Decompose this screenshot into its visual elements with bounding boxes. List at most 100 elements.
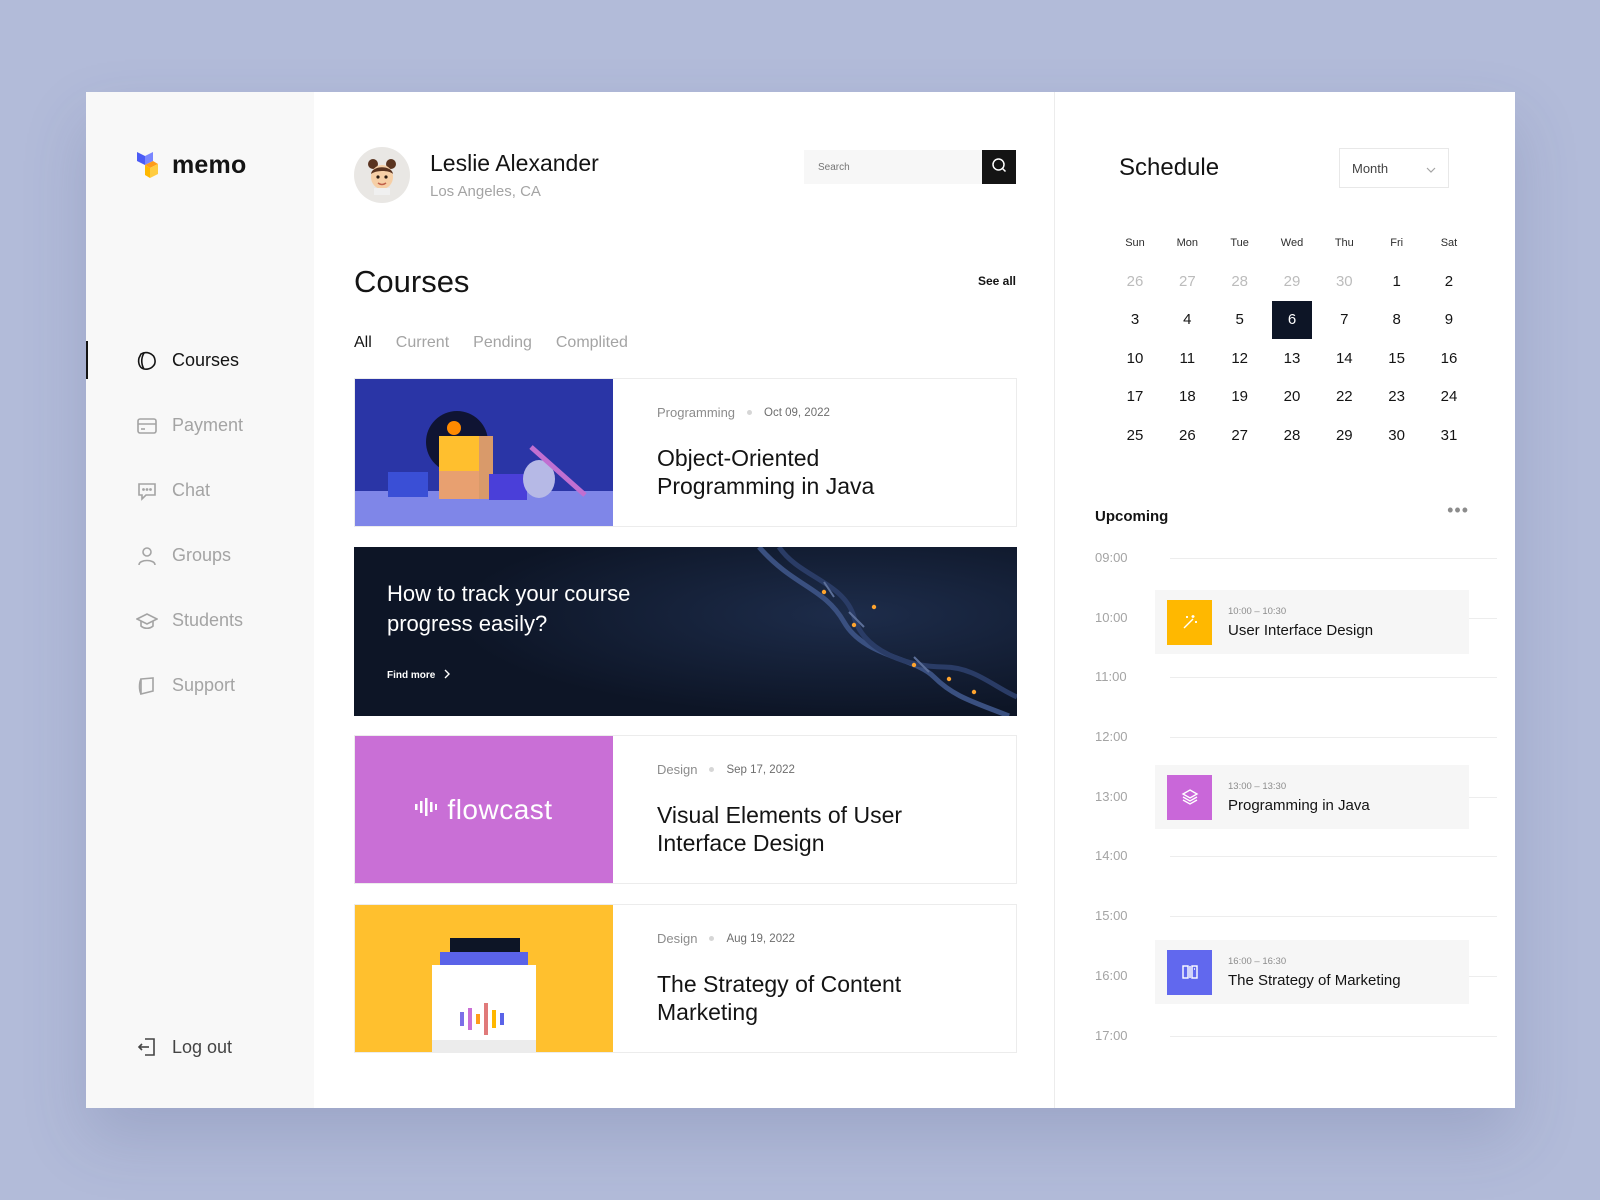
find-more-label: Find more — [387, 670, 436, 681]
calendar-week: 17 18 19 20 22 23 24 — [1115, 378, 1469, 417]
calendar-day[interactable]: 8 — [1377, 301, 1417, 339]
sidebar-item-groups[interactable]: Groups — [86, 523, 314, 588]
calendar-day-selected[interactable]: 6 — [1271, 301, 1312, 340]
course-card[interactable]: flowcast Design Sep 17, 2022 Visual Elem… — [354, 735, 1017, 884]
calendar-day[interactable]: 11 — [1167, 340, 1207, 378]
courses-icon — [136, 350, 158, 372]
sidebar-item-label: Chat — [172, 480, 211, 500]
separator-dot — [709, 936, 715, 941]
profile-name: Leslie Alexander — [430, 150, 599, 176]
search-input[interactable] — [804, 150, 982, 184]
logout-button[interactable]: Log out — [136, 1036, 232, 1058]
calendar-day[interactable]: 9 — [1429, 301, 1469, 339]
calendar-day[interactable]: 23 — [1377, 378, 1417, 416]
event-time: 13:00 – 13:30 — [1228, 780, 1287, 792]
calendar-day[interactable]: 22 — [1324, 378, 1364, 416]
course-card[interactable]: Programming Oct 09, 2022 Object-Oriented… — [354, 378, 1017, 527]
calendar-day[interactable]: 20 — [1272, 378, 1312, 416]
course-meta: Design Aug 19, 2022 — [657, 931, 947, 946]
calendar-day[interactable]: 10 — [1115, 340, 1155, 378]
calendar-day[interactable]: 7 — [1324, 301, 1364, 339]
calendar-day[interactable]: 3 — [1115, 301, 1155, 339]
sidebar-item-courses[interactable]: Courses — [86, 328, 314, 393]
sidebar-item-label: Students — [172, 610, 244, 630]
event-title: Programming in Java — [1228, 796, 1370, 814]
tab-pending[interactable]: Pending — [473, 334, 532, 352]
sidebar-item-chat[interactable]: Chat — [86, 458, 314, 523]
calendar-day[interactable]: 26 — [1167, 417, 1207, 455]
course-title: Object-Oriented Programming in Java — [657, 445, 875, 499]
tab-all[interactable]: All — [354, 334, 372, 352]
event-time: 16:00 – 16:30 — [1228, 955, 1287, 967]
chat-icon — [136, 480, 158, 502]
time-slot: 14:00 — [1095, 848, 1497, 908]
course-title: The Strategy of Content Marketing — [657, 971, 902, 1025]
calendar-day[interactable]: 27 — [1220, 417, 1260, 455]
sidebar-item-label: Courses — [172, 350, 240, 370]
separator-dot — [747, 410, 753, 415]
calendar-day[interactable]: 29 — [1324, 417, 1364, 455]
calendar-day[interactable]: 31 — [1429, 417, 1469, 455]
calendar-day[interactable]: 26 — [1115, 263, 1155, 301]
tab-current[interactable]: Current — [396, 334, 449, 352]
calendar-day[interactable]: 18 — [1167, 378, 1207, 416]
calendar-day[interactable]: 15 — [1377, 340, 1417, 378]
schedule-panel: Schedule Month Sun Mon Tue Wed Thu Fri S… — [1055, 92, 1515, 1108]
tab-complited[interactable]: Complited — [556, 334, 628, 352]
calendar-day[interactable]: 13 — [1272, 340, 1312, 378]
calendar-day[interactable]: 30 — [1377, 417, 1417, 455]
course-tabs: All Current Pending Complited — [354, 334, 628, 352]
calendar-day[interactable]: 17 — [1115, 378, 1155, 416]
find-more-link[interactable]: Find more — [387, 669, 451, 682]
chevron-right-icon — [443, 669, 451, 682]
weekday-label: Thu — [1334, 237, 1354, 250]
calendar-day[interactable]: 28 — [1272, 417, 1312, 455]
sidebar-item-payment[interactable]: Payment — [86, 393, 314, 458]
magic-wand-icon — [1167, 599, 1212, 645]
search-button[interactable] — [982, 150, 1016, 184]
event-card[interactable]: 13:00 – 13:30 Programming in Java — [1155, 765, 1469, 829]
calendar-day[interactable]: 5 — [1220, 301, 1260, 339]
calendar-day[interactable]: 30 — [1324, 263, 1364, 301]
calendar-day[interactable]: 25 — [1115, 417, 1155, 455]
calendar-day[interactable]: 29 — [1272, 263, 1312, 301]
calendar-day[interactable]: 28 — [1220, 263, 1260, 301]
weekday-label: Fri — [1390, 237, 1404, 250]
event-card[interactable]: 10:00 – 10:30 User Interface Design — [1155, 590, 1469, 654]
course-meta: Programming Oct 09, 2022 — [657, 405, 947, 420]
time-divider — [1170, 1035, 1497, 1037]
promo-banner[interactable]: How to track your course progress easily… — [354, 547, 1017, 716]
user-profile[interactable]: Leslie Alexander Los Angeles, CA — [354, 147, 599, 203]
logo[interactable]: memo — [134, 150, 246, 180]
chevron-down-icon — [1426, 161, 1436, 176]
search-bar — [804, 150, 1016, 184]
view-select[interactable]: Month — [1339, 148, 1449, 188]
calendar-day[interactable]: 1 — [1377, 263, 1417, 301]
calendar-day[interactable]: 27 — [1167, 263, 1207, 301]
event-text: 13:00 – 13:30 Programming in Java — [1228, 781, 1370, 814]
user-icon — [136, 545, 158, 567]
sidebar-item-students[interactable]: Students — [86, 588, 314, 653]
see-all-link[interactable]: See all — [978, 274, 1016, 288]
weekday-label: Sun — [1125, 237, 1145, 250]
calendar-day[interactable]: 2 — [1429, 263, 1469, 301]
calendar-day[interactable]: 4 — [1167, 301, 1207, 339]
calendar-day[interactable]: 19 — [1220, 378, 1260, 416]
course-category: Design — [657, 762, 698, 777]
calendar-day[interactable]: 16 — [1429, 340, 1469, 378]
sidebar-item-label: Payment — [172, 415, 244, 435]
sidebar: memo Courses Payment Chat Groups Student… — [86, 92, 314, 1108]
calendar-day[interactable]: 12 — [1220, 340, 1260, 378]
event-card[interactable]: 16:00 – 16:30 The Strategy of Marketing — [1155, 940, 1469, 1004]
time-label: 12:00 — [1095, 729, 1128, 745]
course-card[interactable]: Design Aug 19, 2022 The Strategy of Cont… — [354, 904, 1017, 1053]
more-options-icon[interactable]: ••• — [1447, 500, 1469, 521]
calendar-week: 26 27 28 29 30 1 2 — [1115, 263, 1469, 302]
time-divider — [1170, 737, 1497, 739]
sidebar-item-support[interactable]: Support — [86, 653, 314, 718]
memo-logo-icon — [134, 150, 160, 180]
calendar-day[interactable]: 14 — [1324, 340, 1364, 378]
event-time: 10:00 – 10:30 — [1228, 605, 1287, 617]
course-card-body: Design Aug 19, 2022 The Strategy of Cont… — [613, 905, 947, 1052]
calendar-day[interactable]: 24 — [1429, 378, 1469, 416]
